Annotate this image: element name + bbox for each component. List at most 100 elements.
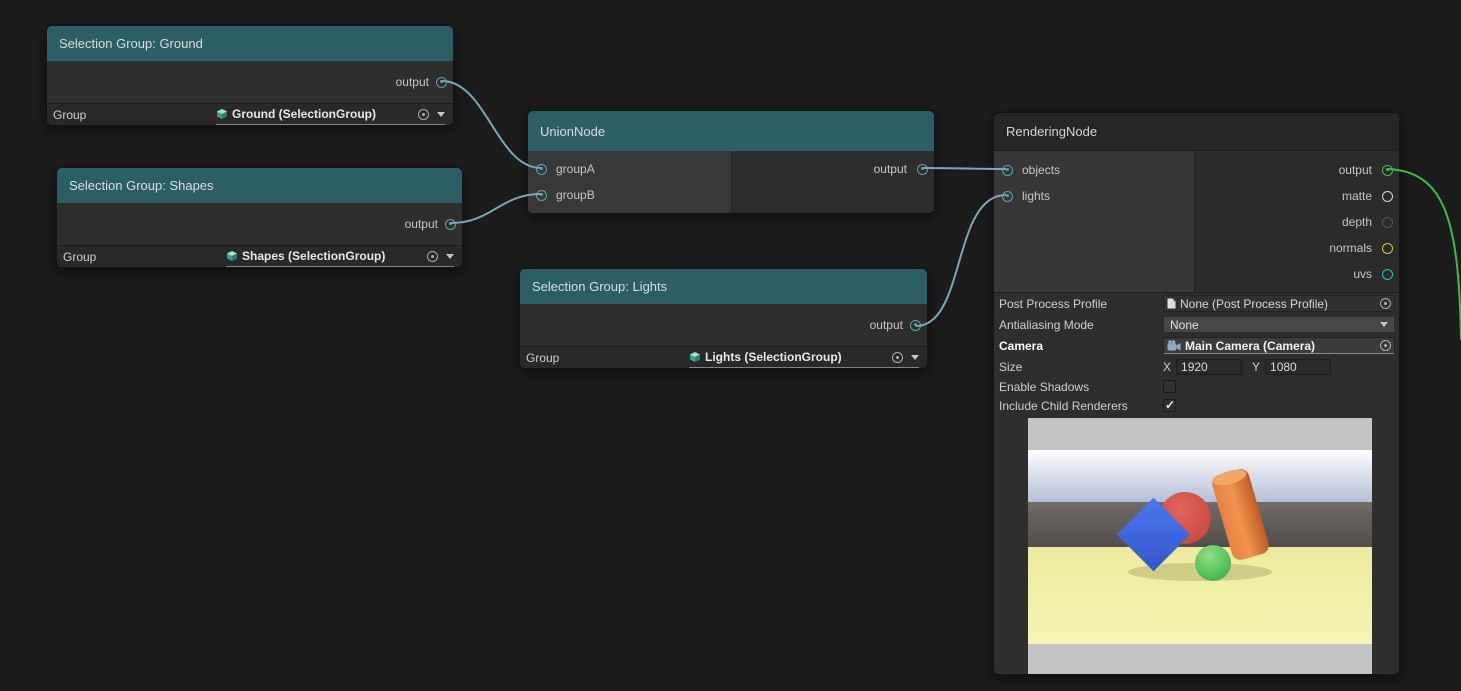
camera-object-field[interactable]: Main Camera (Camera) [1163,337,1395,354]
preview-green-sphere [1195,545,1231,581]
property-row-antialiasing-mode: Antialiasing Mode None [994,314,1399,335]
output-port-output[interactable] [1382,164,1393,176]
input-ports-column: groupA groupB [528,151,732,213]
post-process-profile-field[interactable]: None (Post Process Profile) [1163,295,1395,312]
group-property-row: Group Ground (SelectionGroup) [47,103,453,125]
output-port-label: output [395,75,429,89]
node-header[interactable]: RenderingNode [994,113,1399,151]
output-port-row: output [732,156,934,182]
input-port-row-groupB: groupB [528,182,731,208]
node-graph-canvas[interactable]: Selection Group: Ground output Group Gro… [0,0,1461,691]
antialiasing-mode-dropdown[interactable]: None [1163,316,1395,333]
output-ports-column: output matte depth normals uvs [1195,151,1399,292]
camera-object-value: Main Camera (Camera) [1185,338,1316,353]
output-port-label: output [869,318,903,332]
output-port[interactable] [445,218,456,230]
group-object-field[interactable]: Shapes (SelectionGroup) [226,246,454,267]
render-preview-image [1028,450,1372,644]
output-port-uvs[interactable] [1382,268,1393,280]
node-title: RenderingNode [1006,124,1098,139]
include-child-renderers-checkbox[interactable] [1163,398,1176,412]
dropdown-caret-icon[interactable] [446,253,454,259]
group-property-row: Group Shapes (SelectionGroup) [57,245,462,267]
node-rendering[interactable]: RenderingNode objects lights output matt… [993,112,1400,675]
object-picker-icon[interactable] [1380,298,1391,309]
output-port-normals[interactable] [1382,242,1393,254]
node-union[interactable]: UnionNode groupA groupB output [527,110,935,214]
output-port-label: uvs [1353,267,1372,281]
object-picker-icon[interactable] [1380,340,1391,351]
node-title: Selection Group: Lights [532,279,668,294]
node-selection-group-lights[interactable]: Selection Group: Lights output Group Lig… [519,268,928,369]
size-x-label: X [1163,359,1172,374]
output-port-matte[interactable] [1382,190,1393,202]
camera-icon [1167,340,1181,351]
group-label: Group [526,350,560,365]
node-header[interactable]: Selection Group: Shapes [57,168,462,203]
property-row-post-process-profile: Post Process Profile None (Post Process … [994,293,1399,314]
preview-sky [1028,450,1372,502]
dropdown-caret-icon[interactable] [911,354,919,360]
output-port-label: output [873,162,907,176]
input-port-label: groupA [556,162,595,176]
size-x-input[interactable] [1176,358,1243,375]
node-header[interactable]: Selection Group: Lights [520,269,927,304]
input-port-groupA[interactable] [536,163,547,175]
enable-shadows-checkbox[interactable] [1163,380,1176,393]
input-port-label: lights [1022,189,1051,203]
property-label: Size [999,359,1023,374]
ports-section: objects lights output matte depth normal… [994,151,1399,293]
property-row-enable-shadows: Enable Shadows [994,377,1399,396]
node-title: Selection Group: Shapes [69,178,214,193]
property-row-size: Size X Y [994,356,1399,377]
node-body: groupA groupB output [528,151,934,213]
group-object-value: Ground (SelectionGroup) [232,107,376,121]
output-port-label: matte [1341,189,1372,203]
dropdown-caret-icon[interactable] [437,111,445,117]
output-port-label: normals [1329,241,1372,255]
output-port[interactable] [910,319,921,331]
node-title: UnionNode [540,123,606,139]
inspector-properties: Post Process Profile None (Post Process … [994,293,1399,415]
input-port-groupB[interactable] [536,189,547,201]
selection-group-icon [216,108,228,120]
property-label: Antialiasing Mode [999,317,1094,332]
input-port-label: groupB [556,188,595,202]
property-label: Camera [999,338,1044,353]
node-selection-group-shapes[interactable]: Selection Group: Shapes output Group Sha… [56,167,463,268]
output-port-label: output [404,217,438,231]
selection-group-icon [689,351,701,363]
input-port-objects[interactable] [1002,164,1013,176]
output-port-row: output [57,203,462,245]
output-port-row-uvs: uvs [1195,261,1399,287]
dropdown-selected-value: None [1170,317,1199,332]
size-y-input[interactable] [1265,358,1332,375]
post-process-profile-value: None (Post Process Profile) [1180,296,1329,311]
input-port-lights[interactable] [1002,190,1013,202]
dropdown-caret-icon [1380,322,1388,327]
node-header[interactable]: Selection Group: Ground [47,26,453,61]
input-port-row-lights: lights [994,183,1194,209]
object-picker-icon[interactable] [892,351,903,363]
group-object-field[interactable]: Lights (SelectionGroup) [689,347,919,368]
group-property-row: Group Lights (SelectionGroup) [520,346,927,368]
node-header[interactable]: UnionNode [528,111,934,151]
output-port[interactable] [917,163,928,175]
output-port-row: output [520,304,927,346]
size-y-label: Y [1252,359,1261,374]
output-port-row-matte: matte [1195,183,1399,209]
node-selection-group-ground[interactable]: Selection Group: Ground output Group Gro… [46,25,454,126]
property-label: Post Process Profile [999,296,1108,311]
output-port-depth[interactable] [1382,216,1393,228]
group-object-value: Shapes (SelectionGroup) [242,249,386,263]
output-port[interactable] [436,76,447,88]
object-picker-icon[interactable] [418,108,429,120]
object-picker-icon[interactable] [427,250,438,262]
output-port-label: depth [1341,215,1372,229]
output-ports-column: output [732,151,934,213]
document-icon [1167,298,1176,309]
group-object-field[interactable]: Ground (SelectionGroup) [216,104,445,125]
property-label: Enable Shadows [999,379,1090,394]
group-label: Group [53,107,87,122]
property-row-camera: Camera Main Camera (Camera) [994,335,1399,356]
